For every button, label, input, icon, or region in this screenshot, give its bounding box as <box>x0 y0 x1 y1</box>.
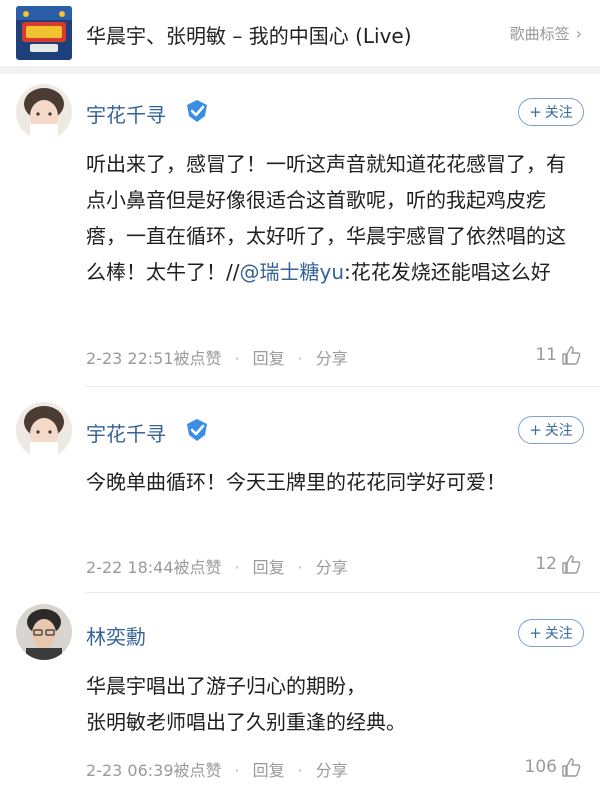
comment-text: 今晚单曲循环！今天王牌里的花花同学好可爱！ <box>86 470 506 494</box>
comment-time: 2-23 06:39 <box>86 761 174 780</box>
share-button[interactable]: 分享 <box>316 757 348 781</box>
reply-button[interactable]: 回复 <box>253 554 285 578</box>
comment-time: 2-22 18:44 <box>86 558 174 577</box>
reply-button[interactable]: 回复 <box>253 757 285 781</box>
comment-like-label: 被点赞 <box>173 558 222 577</box>
comment-text: 华晨宇唱出了游子归心的期盼， 张明敏老师唱出了久别重逢的经典。 <box>86 668 576 740</box>
avatar[interactable] <box>16 402 72 458</box>
follow-button[interactable]: + 关注 <box>518 619 584 647</box>
comment-text-line: 华晨宇唱出了游子归心的期盼， <box>86 674 366 698</box>
plus-icon: + <box>529 421 542 439</box>
song-title: 华晨宇、张明敏 – 我的中国心 (Live) <box>86 24 412 48</box>
comment-meta: 2-22 18:44被点赞 · 回复 · 分享 <box>86 554 348 578</box>
meta-separator: · <box>234 558 240 577</box>
follow-button[interactable]: + 关注 <box>518 416 584 444</box>
like-count: 12 <box>535 554 557 574</box>
follow-button[interactable]: + 关注 <box>518 98 584 126</box>
comment-username[interactable]: 宇花千寻 <box>86 418 166 447</box>
comment-text-quoted: :花花发烧还能唱这么好 <box>344 260 551 284</box>
song-header: 华晨宇、张明敏 – 我的中国心 (Live) 歌曲标签 › <box>0 0 600 66</box>
comment-meta: 2-23 06:39被点赞 · 回复 · 分享 <box>86 757 348 781</box>
avatar[interactable] <box>16 84 72 140</box>
meta-separator: · <box>234 761 240 780</box>
meta-separator: · <box>297 761 303 780</box>
song-tag-label: 歌曲标签 <box>509 25 570 43</box>
comment-text: 听出来了，感冒了！一听这声音就知道花花感冒了，有点小鼻音但是好像很适合这首歌呢，… <box>86 146 576 290</box>
follow-label: 关注 <box>544 626 573 642</box>
follow-label: 关注 <box>544 423 573 439</box>
comment-username[interactable]: 林奕勳 <box>86 621 146 650</box>
comment-divider <box>86 592 600 593</box>
song-cover-image[interactable] <box>16 6 72 60</box>
meta-separator: · <box>234 349 240 368</box>
meta-separator: · <box>297 558 303 577</box>
plus-icon: + <box>529 103 542 121</box>
share-button[interactable]: 分享 <box>316 345 348 369</box>
comment-like-label: 被点赞 <box>173 761 222 780</box>
thumbs-up-icon <box>562 346 581 365</box>
comment-text-line: 张明敏老师唱出了久别重逢的经典。 <box>86 710 406 734</box>
like-button[interactable]: 12 <box>535 553 582 575</box>
chevron-right-icon: › <box>575 24 582 43</box>
comment-time: 2-23 22:51 <box>86 349 174 368</box>
comment-divider <box>86 386 600 387</box>
mention-link[interactable]: @瑞士糖yu <box>239 260 344 284</box>
meta-separator: · <box>297 349 303 368</box>
thumbs-up-icon <box>562 758 581 777</box>
thumbs-up-icon <box>562 555 581 574</box>
header-divider <box>0 66 600 74</box>
like-count: 106 <box>524 757 557 777</box>
like-button[interactable]: 11 <box>535 344 582 366</box>
comment-like-label: 被点赞 <box>173 349 222 368</box>
verified-badge-icon <box>184 98 210 124</box>
follow-label: 关注 <box>544 105 573 121</box>
song-tag-link[interactable]: 歌曲标签 › <box>510 23 582 44</box>
comment-username[interactable]: 宇花千寻 <box>86 99 166 128</box>
avatar[interactable] <box>16 604 72 660</box>
share-button[interactable]: 分享 <box>316 554 348 578</box>
verified-badge-icon <box>184 417 210 443</box>
comment-meta: 2-23 22:51被点赞 · 回复 · 分享 <box>86 345 348 369</box>
reply-button[interactable]: 回复 <box>253 345 285 369</box>
plus-icon: + <box>529 624 542 642</box>
like-count: 11 <box>535 345 557 365</box>
like-button[interactable]: 106 <box>525 756 582 778</box>
